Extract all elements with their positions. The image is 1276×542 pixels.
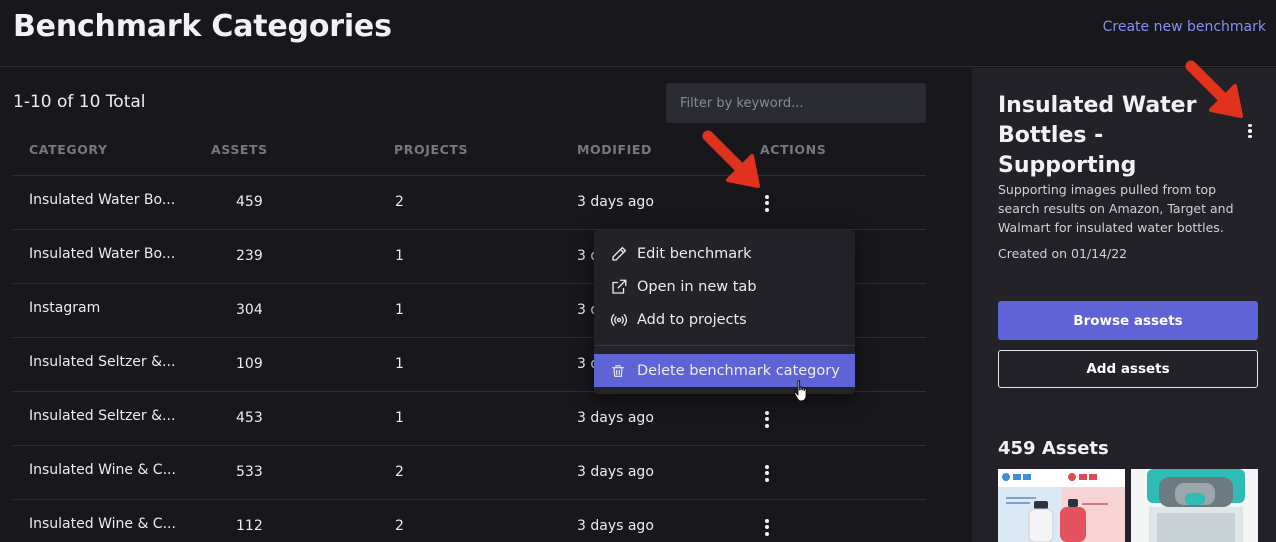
- assets-count: 459: [236, 194, 263, 210]
- create-benchmark-link[interactable]: Create new benchmark: [1103, 19, 1266, 35]
- trash-icon: [612, 364, 624, 377]
- table-row[interactable]: Insulated Wine & C... 112 2 3 days ago: [13, 500, 926, 542]
- projects-count: 1: [395, 302, 404, 318]
- column-header-category[interactable]: CATEGORY: [29, 142, 108, 157]
- asset-thumbnail[interactable]: [998, 469, 1125, 542]
- asset-thumbnail[interactable]: [1131, 469, 1258, 542]
- assets-count-heading: 459 Assets: [998, 438, 1109, 459]
- pencil-icon: [612, 246, 627, 261]
- column-header-projects[interactable]: PROJECTS: [394, 142, 468, 157]
- created-date: Created on 01/14/22: [998, 246, 1128, 261]
- broadcast-icon: [610, 314, 628, 326]
- menu-item-label: Add to projects: [637, 312, 747, 328]
- column-header-actions: ACTIONS: [760, 142, 827, 157]
- assets-count: 453: [236, 410, 263, 426]
- assets-count: 112: [236, 518, 263, 534]
- annotation-arrow-icon: [1185, 60, 1243, 118]
- modified-date: 3 days ago: [577, 518, 654, 534]
- row-context-menu: Edit benchmark Open in new tab Add to pr…: [594, 230, 855, 394]
- page-header: Benchmark Categories Create new benchmar…: [0, 0, 1276, 67]
- water-bottle-product-image: [998, 469, 1125, 542]
- benchmark-detail-panel: Insulated Water Bottles - Supporting Sup…: [972, 68, 1276, 542]
- row-actions-menu-icon[interactable]: [757, 408, 777, 430]
- assets-count: 533: [236, 464, 263, 480]
- menu-item-label: Open in new tab: [637, 279, 757, 295]
- row-actions-menu-icon[interactable]: [757, 192, 777, 214]
- assets-count: 304: [236, 302, 263, 318]
- add-assets-button[interactable]: Add assets: [998, 350, 1258, 388]
- total-count: 1-10 of 10 Total: [13, 92, 146, 112]
- modified-date: 3 days ago: [577, 194, 654, 210]
- category-name[interactable]: Insulated Water Bo...: [29, 192, 175, 208]
- modified-date: 3 days ago: [577, 410, 654, 426]
- assets-count: 109: [236, 356, 263, 372]
- annotation-arrow-icon: [702, 130, 760, 188]
- projects-count: 2: [395, 464, 404, 480]
- panel-actions-menu-icon[interactable]: [1240, 120, 1260, 142]
- category-name[interactable]: Insulated Water Bo...: [29, 246, 175, 262]
- projects-count: 1: [395, 248, 404, 264]
- table-row[interactable]: Insulated Water Bo... 459 2 3 days ago: [13, 176, 926, 230]
- projects-count: 2: [395, 518, 404, 534]
- projects-count: 1: [395, 356, 404, 372]
- hand-pointer-cursor-icon: [793, 380, 807, 402]
- column-header-modified[interactable]: MODIFIED: [577, 142, 652, 157]
- projects-count: 1: [395, 410, 404, 426]
- benchmark-description: Supporting images pulled from top search…: [998, 182, 1234, 235]
- row-actions-menu-icon[interactable]: [757, 516, 777, 538]
- projects-count: 2: [395, 194, 404, 210]
- menu-item-add-to-projects[interactable]: Add to projects: [594, 304, 855, 336]
- table-header: CATEGORY ASSETS PROJECTS MODIFIED ACTION…: [13, 122, 926, 176]
- category-name[interactable]: Insulated Wine & C...: [29, 516, 176, 532]
- water-bottle-product-image: [1131, 469, 1258, 542]
- page-title: Benchmark Categories: [13, 9, 392, 44]
- menu-item-label: Delete benchmark category: [637, 362, 840, 379]
- category-name[interactable]: Instagram: [29, 300, 100, 316]
- table-row[interactable]: Insulated Seltzer &... 453 1 3 days ago: [13, 392, 926, 446]
- category-name[interactable]: Insulated Wine & C...: [29, 462, 176, 478]
- row-actions-menu-icon[interactable]: [757, 462, 777, 484]
- external-link-icon: [612, 279, 627, 294]
- category-name[interactable]: Insulated Seltzer &...: [29, 408, 175, 424]
- modified-date: 3 days ago: [577, 464, 654, 480]
- menu-item-edit-benchmark[interactable]: Edit benchmark: [594, 238, 855, 270]
- filter-input[interactable]: [666, 83, 926, 123]
- menu-item-label: Edit benchmark: [637, 246, 752, 262]
- menu-item-delete-benchmark-category[interactable]: Delete benchmark category: [594, 354, 855, 387]
- category-name[interactable]: Insulated Seltzer &...: [29, 354, 175, 370]
- browse-assets-button[interactable]: Browse assets: [998, 301, 1258, 340]
- menu-item-open-new-tab[interactable]: Open in new tab: [594, 271, 855, 303]
- menu-divider: [594, 345, 855, 346]
- assets-count: 239: [236, 248, 263, 264]
- table-row[interactable]: Insulated Wine & C... 533 2 3 days ago: [13, 446, 926, 500]
- column-header-assets[interactable]: ASSETS: [211, 142, 268, 157]
